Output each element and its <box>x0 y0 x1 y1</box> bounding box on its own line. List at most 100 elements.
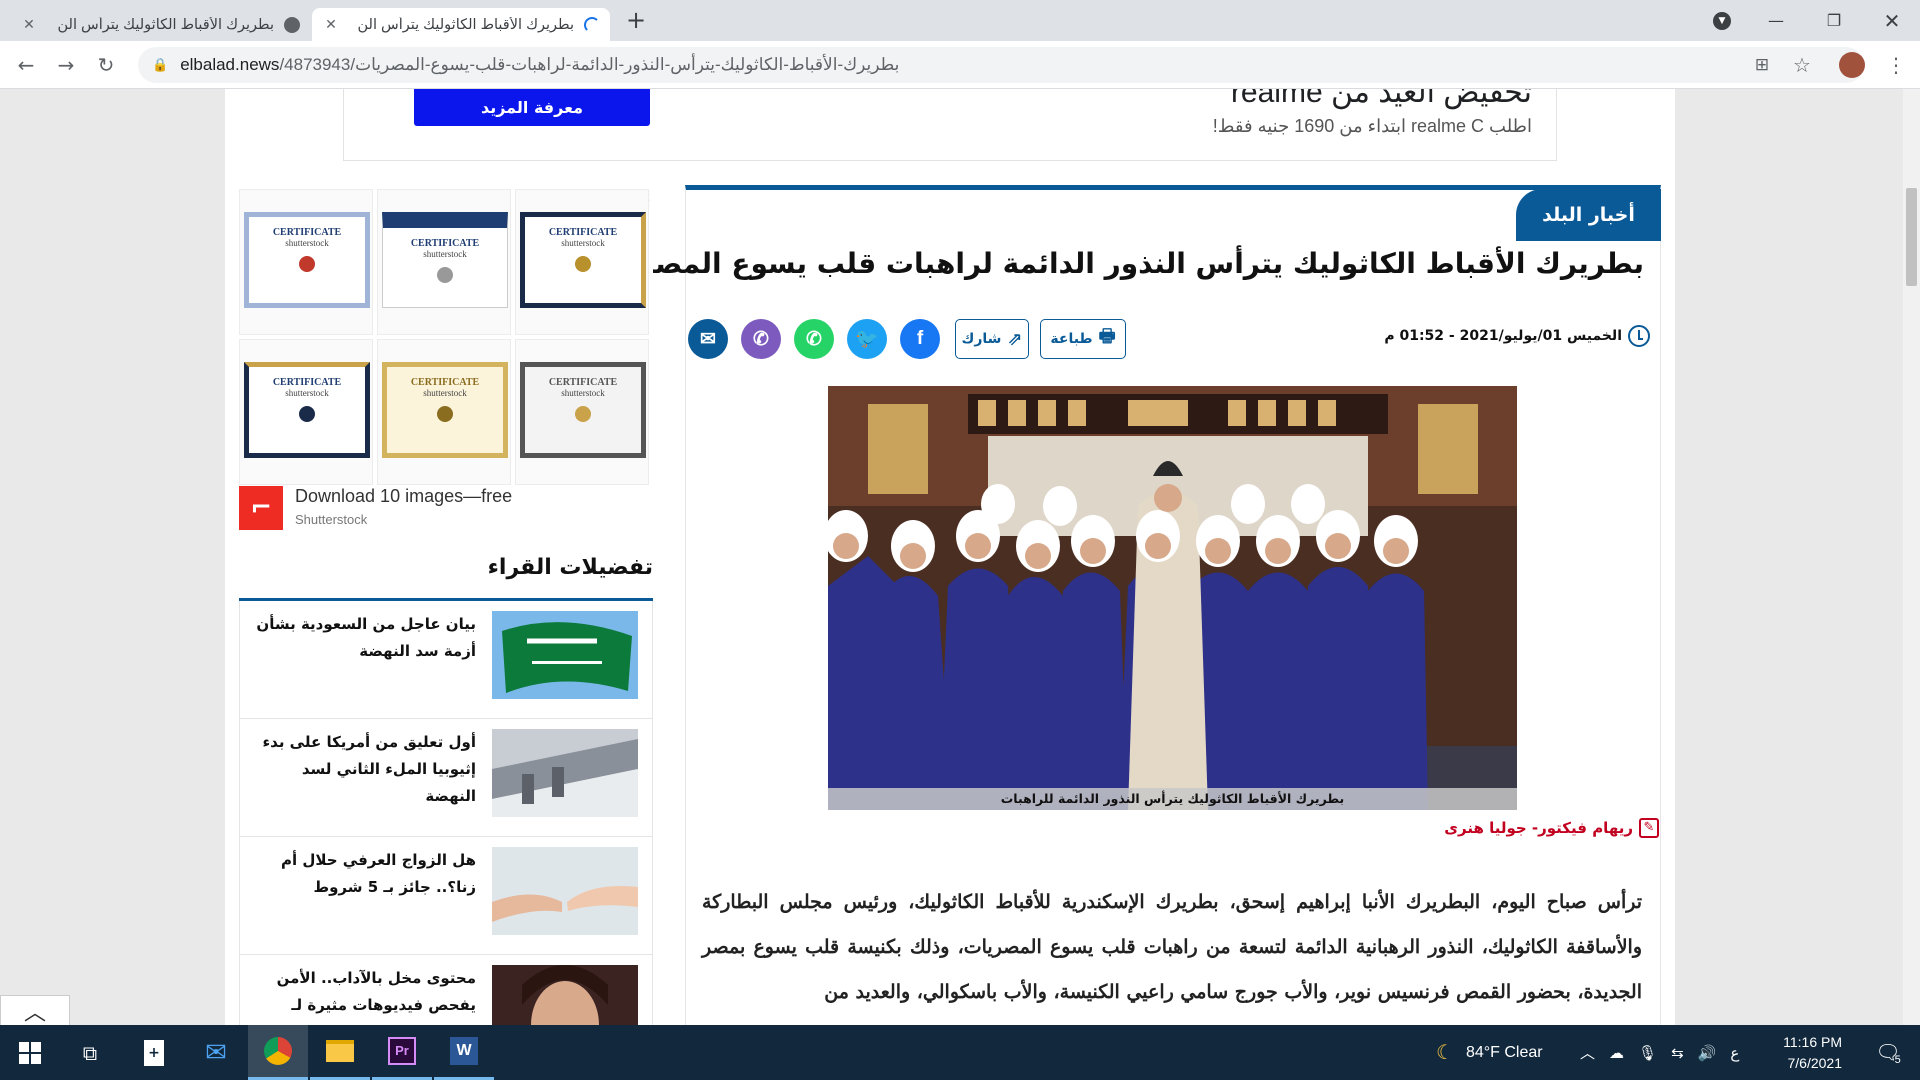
list-item[interactable]: محتوى مخل بالآداب.. الأمن يفحص فيديوهات … <box>239 955 653 1025</box>
facebook-icon[interactable]: f <box>900 319 940 359</box>
file-explorer-icon[interactable] <box>310 1025 370 1080</box>
certificate-thumb[interactable]: CERTIFICATE shutterstock <box>515 189 649 335</box>
moon-icon: ☾ <box>1436 1042 1454 1064</box>
chevron-up-icon[interactable]: ︿ <box>1580 1042 1595 1063</box>
author-names: ريهام فيكتور- جوليا هنرى <box>1444 819 1633 837</box>
woman-thumb <box>492 965 638 1025</box>
url-domain: elbalad.news <box>180 55 280 74</box>
share-button[interactable]: ⇗ شارك <box>955 319 1029 359</box>
mail-icon[interactable]: ✉ <box>186 1025 246 1080</box>
pen-icon: ✎ <box>1639 818 1659 838</box>
input-language[interactable]: ع <box>1730 1044 1739 1062</box>
photo-caption: بطريرك الأقباط الكاثوليك يترأس النذور ال… <box>828 788 1517 810</box>
tab-title: بطريرك الأقباط الكاثوليك يترأس الن <box>57 16 274 33</box>
list-item[interactable]: هل الزواج العرفي حلال أم زنا؟.. جائز بـ … <box>239 837 653 955</box>
notification-center-icon[interactable]: 🗨 5 <box>1868 1025 1908 1080</box>
article-photo <box>828 386 1517 810</box>
top-ad-banner[interactable]: تخفيض العيد من realme اطلب realme C ابتد… <box>343 89 1557 161</box>
notification-count: 5 <box>1894 1053 1901 1066</box>
article-date: الخميس 01/يوليو/2021 - 01:52 م <box>1384 325 1650 347</box>
share-icon: ⇗ <box>1007 328 1023 350</box>
list-item-text: أول تعليق من أمريكا على بدء إثيوبيا المل… <box>262 733 476 805</box>
category-badge[interactable]: أخبار البلد <box>1516 189 1661 241</box>
close-window-button[interactable]: ✕ <box>1862 0 1920 41</box>
twitter-icon[interactable]: 🐦 <box>847 319 887 359</box>
print-label: طباعة <box>1050 331 1093 347</box>
microphone-icon[interactable]: 🎙 <box>1638 1044 1657 1062</box>
chrome-icon[interactable] <box>248 1025 308 1080</box>
list-item[interactable]: بيان عاجل من السعودية بشأن أزمة سد النهض… <box>239 601 653 719</box>
lock-icon: 🔒 <box>152 57 169 72</box>
back-icon[interactable]: ← <box>10 49 42 81</box>
printer-icon: 🖶 <box>1098 326 1116 347</box>
reload-icon[interactable]: ↻ <box>90 49 122 81</box>
bookmark-star-icon[interactable]: ☆ <box>1786 49 1818 81</box>
article-headline: بطريرك الأقباط الكاثوليك يترأس النذور ال… <box>588 247 1644 280</box>
profile-avatar[interactable] <box>1836 49 1868 81</box>
word-icon[interactable]: W <box>434 1025 494 1080</box>
windows-start-icon[interactable] <box>0 1025 60 1080</box>
learn-more-button[interactable]: معرفة المزيد <box>414 89 650 126</box>
list-item-text: هل الزواج العرفي حلال أم زنا؟.. جائز بـ … <box>281 851 476 896</box>
ad-headline: تخفيض العيد من realme <box>1230 89 1532 109</box>
author-byline[interactable]: ✎ ريهام فيكتور- جوليا هنرى <box>1444 818 1659 838</box>
list-item[interactable]: أول تعليق من أمريكا على بدء إثيوبيا المل… <box>239 719 653 837</box>
certificate-thumb[interactable]: CERTIFICATE shutterstock <box>239 339 373 485</box>
scrollbar-thumb[interactable] <box>1906 188 1917 286</box>
menu-kebab-icon[interactable]: ⋮ <box>1880 49 1912 81</box>
minimize-button[interactable]: — <box>1746 0 1806 41</box>
certificate-thumb[interactable]: CERTIFICATE shutterstock <box>377 189 511 335</box>
forward-icon[interactable]: → <box>50 49 82 81</box>
nuns-group-photo <box>828 386 1517 810</box>
browser-toolbar: ← → ↻ 🔒 elbalad.news /4873943/بطريرك-الأ… <box>0 41 1920 89</box>
article-card: أخبار البلد بطريرك الأقباط الكاثوليك يتر… <box>588 185 1661 1025</box>
clock-icon <box>1628 325 1650 347</box>
viber-icon[interactable]: ✆ <box>741 319 781 359</box>
dam-thumb <box>492 729 638 817</box>
tab-active[interactable]: بطريرك الأقباط الكاثوليك يترأس الن ✕ <box>312 8 610 41</box>
network-icon[interactable]: ⇆ <box>1671 1044 1684 1062</box>
calculator-icon[interactable]: + <box>124 1025 184 1080</box>
scroll-to-top-button[interactable]: ︿ <box>0 995 70 1025</box>
new-tab-button[interactable]: + <box>622 6 650 34</box>
article-body: ترأس صباح اليوم، البطريرك الأنبا إبراهيم… <box>702 891 1642 1003</box>
premiere-icon[interactable]: Pr <box>372 1025 432 1080</box>
list-item-text: بيان عاجل من السعودية بشأن أزمة سد النهض… <box>256 615 476 660</box>
ad-title[interactable]: Download 10 images—free <box>295 486 512 507</box>
tab-inactive[interactable]: بطريرك الأقباط الكاثوليك يترأس الن ✕ <box>10 8 310 41</box>
volume-icon[interactable]: 🔊 <box>1698 1044 1717 1062</box>
profile-menu-icon[interactable]: ▼ <box>1692 0 1752 41</box>
clock-date: 7/6/2021 <box>1787 1054 1843 1071</box>
page-viewport: تخفيض العيد من realme اطلب realme C ابتد… <box>0 89 1920 1025</box>
system-tray: ︿ ☁ 🎙 ⇆ 🔊 ع <box>1580 1025 1739 1080</box>
close-tab-icon[interactable]: ✕ <box>20 16 38 34</box>
restore-button[interactable]: ❐ <box>1804 0 1864 41</box>
list-item-text: محتوى مخل بالآداب.. الأمن يفحص فيديوهات … <box>276 969 476 1025</box>
certificate-thumb[interactable]: CERTIFICATE shutterstock <box>377 339 511 485</box>
share-label: شارك <box>961 331 1002 347</box>
address-bar[interactable]: 🔒 elbalad.news /4873943/بطريرك-الأقباط-ا… <box>138 47 1864 83</box>
weather-text: 84°F Clear <box>1465 1043 1543 1061</box>
windows-taskbar: ⧉ + ✉ Pr W ☾ 84°F Clear ︿ ☁ 🎙 ⇆ 🔊 ع 11:1… <box>0 1025 1920 1080</box>
whatsapp-icon[interactable]: ✆ <box>794 319 834 359</box>
certificate-thumb[interactable]: CERTIFICATE shutterstock <box>239 189 373 335</box>
cloud-icon[interactable]: ☁ <box>1609 1044 1624 1062</box>
weather-widget[interactable]: ☾ 84°F Clear <box>1436 1025 1543 1080</box>
readers-picks-title: تفضيلات القراء <box>487 555 653 580</box>
hands-thumb <box>492 847 638 935</box>
close-tab-icon[interactable]: ✕ <box>322 16 340 34</box>
clock[interactable]: 11:16 PM 7/6/2021 <box>1770 1025 1842 1080</box>
favicon-icon <box>284 16 300 33</box>
install-app-icon[interactable]: ⊞ <box>1746 49 1778 81</box>
url-path: /4873943/بطريرك-الأقباط-الكاثوليك-يترأس-… <box>279 55 900 74</box>
loading-icon <box>584 16 600 33</box>
vertical-scrollbar[interactable] <box>1903 89 1920 1025</box>
shutterstock-logo-icon[interactable]: ⌐ <box>239 486 283 530</box>
print-button[interactable]: 🖶 طباعة <box>1040 319 1126 359</box>
certificate-thumb[interactable]: CERTIFICATE shutterstock <box>515 339 649 485</box>
page-container: تخفيض العيد من realme اطلب realme C ابتد… <box>225 89 1675 1025</box>
task-view-icon[interactable]: ⧉ <box>60 1025 120 1080</box>
email-icon[interactable]: ✉ <box>688 319 728 359</box>
shutterstock-ad[interactable]: ⓘ ✕ CERTIFICATEshutterstock CERTIFICATEs… <box>239 189 653 530</box>
tab-title: بطريرك الأقباط الكاثوليك يترأس الن <box>357 16 574 33</box>
